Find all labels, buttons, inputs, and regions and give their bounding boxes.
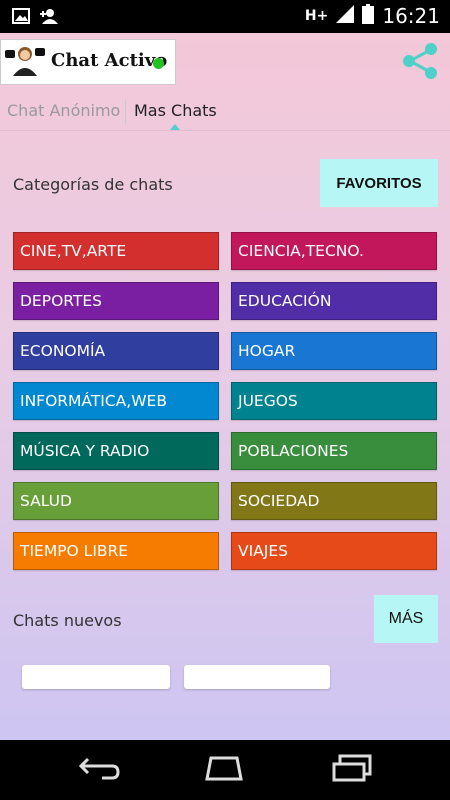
category-salud[interactable]: SALUD: [13, 482, 219, 520]
categories-heading: Categorías de chats: [13, 175, 173, 194]
new-chat-card[interactable]: [22, 665, 170, 689]
category-informatica-web[interactable]: INFORMÁTICA,WEB: [13, 382, 219, 420]
chat-person-logo-icon: [5, 44, 45, 80]
system-icons: H+ 16:21: [305, 4, 440, 28]
more-chats-button[interactable]: MÁS: [374, 595, 438, 643]
category-educacion[interactable]: EDUCACIÓN: [231, 282, 437, 320]
share-icon: [398, 43, 442, 87]
battery-icon: [362, 4, 375, 28]
category-deportes[interactable]: DEPORTES: [13, 282, 219, 320]
new-chats-list: [0, 665, 450, 695]
category-economia[interactable]: ECONOMÍA: [13, 332, 219, 370]
category-sociedad[interactable]: SOCIEDAD: [231, 482, 437, 520]
recent-apps-icon: [330, 754, 374, 786]
category-hogar[interactable]: HOGAR: [231, 332, 437, 370]
category-juegos[interactable]: JUEGOS: [231, 382, 437, 420]
category-cine-tv-arte[interactable]: CINE,TV,ARTE: [13, 232, 219, 270]
notification-icons: [12, 8, 58, 24]
logo-title: Chat Activo: [51, 50, 168, 71]
home-icon: [199, 755, 249, 785]
tab-divider: [125, 99, 126, 125]
app-content: Chat Activo Chat Anónimo Mas Chats Categ…: [0, 33, 450, 740]
category-tiempo-libre[interactable]: TIEMPO LIBRE: [13, 532, 219, 570]
category-musica-radio[interactable]: MÚSICA Y RADIO: [13, 432, 219, 470]
new-chat-card[interactable]: [184, 665, 330, 689]
category-ciencia-tecno[interactable]: CIENCIA,TECNO.: [231, 232, 437, 270]
network-type: H+: [304, 8, 329, 24]
home-button[interactable]: [196, 754, 252, 786]
tab-chat-anonimo[interactable]: Chat Anónimo: [7, 101, 120, 120]
active-tab-indicator: [170, 124, 180, 130]
signal-icon: [336, 5, 355, 27]
back-icon: [78, 755, 122, 785]
tab-strip: Chat Anónimo Mas Chats: [0, 95, 450, 131]
navigation-bar: [0, 740, 450, 800]
person-add-notification-icon: [40, 8, 58, 24]
back-button[interactable]: [72, 754, 128, 786]
app-logo: Chat Activo: [0, 39, 176, 85]
favorites-button[interactable]: FAVORITOS: [320, 159, 438, 207]
image-notification-icon: [12, 8, 30, 24]
category-poblaciones[interactable]: POBLACIONES: [231, 432, 437, 470]
online-status-dot: [153, 58, 164, 69]
share-button[interactable]: [398, 39, 442, 83]
recent-apps-button[interactable]: [324, 754, 380, 786]
app-bar: Chat Activo: [0, 33, 450, 91]
new-chats-heading: Chats nuevos: [13, 611, 122, 630]
category-viajes[interactable]: VIAJES: [231, 532, 437, 570]
clock: 16:21: [382, 4, 440, 28]
status-bar: H+ 16:21: [0, 0, 450, 33]
tab-mas-chats[interactable]: Mas Chats: [134, 101, 217, 120]
